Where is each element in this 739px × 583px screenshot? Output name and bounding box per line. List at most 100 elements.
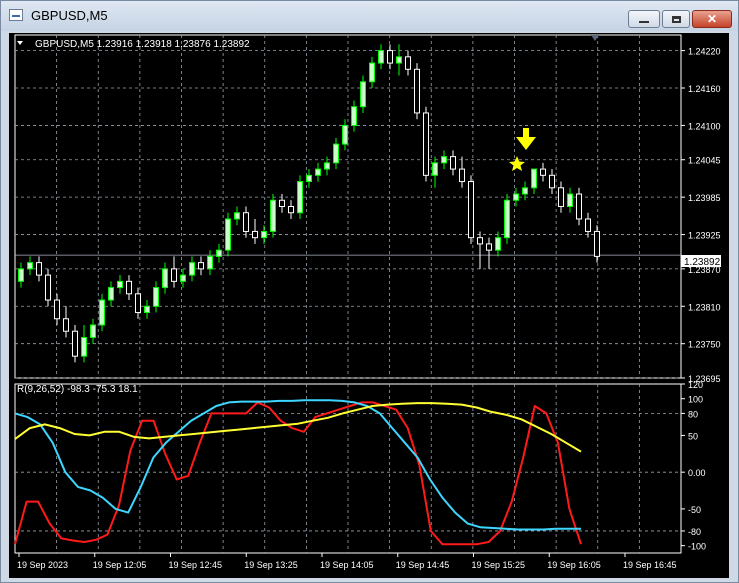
- candle-body: [387, 50, 393, 64]
- candle-body: [486, 243, 492, 251]
- maximize-button[interactable]: [662, 10, 690, 28]
- candle-body: [333, 143, 339, 164]
- candle-body: [441, 156, 447, 164]
- indicator-tick-label: 80: [688, 409, 698, 419]
- chart-canvas[interactable]: 1.24220 1.24160 1.24100 1.24045 1.23985 1.239…: [9, 33, 729, 578]
- candle-body: [207, 255, 213, 270]
- price-tick-label: 1.24045: [688, 156, 721, 166]
- candle-body: [585, 218, 591, 232]
- candle-body: [396, 56, 402, 64]
- candle-body: [162, 268, 168, 289]
- indicator-line-2: [14, 402, 582, 453]
- candle-body: [270, 199, 276, 232]
- time-tick-label: 19 Sep 12:45: [169, 560, 223, 570]
- candle-body: [531, 168, 537, 189]
- price-tick-label: 1.24100: [688, 121, 721, 131]
- candle-body: [459, 168, 465, 183]
- candle-body: [90, 324, 96, 338]
- candle-body: [558, 187, 564, 207]
- grid-layer: [14, 34, 682, 554]
- candle-body: [306, 174, 312, 183]
- star-icon: [509, 156, 525, 171]
- candle-body: [513, 193, 519, 201]
- indicator-tick-label: 120: [688, 380, 703, 390]
- candle-body: [540, 168, 546, 176]
- time-tick-label: 19 Sep 13:25: [244, 560, 298, 570]
- candle-body: [135, 293, 141, 314]
- candle-body: [27, 262, 33, 270]
- candles-layer: [18, 44, 600, 363]
- candle-body: [126, 280, 132, 295]
- candle-body: [522, 187, 528, 195]
- candle-body: [594, 230, 600, 257]
- window-title: GBPUSD,M5: [31, 8, 108, 23]
- candle-body: [324, 162, 330, 170]
- sell-arrow-head: [516, 137, 536, 150]
- candle-body: [225, 218, 231, 251]
- candle-body: [18, 268, 24, 282]
- candle-body: [432, 162, 438, 176]
- time-tick-label: 19 Sep 16:45: [623, 560, 677, 570]
- chart-window-icon: [9, 9, 23, 21]
- maximize-icon: [671, 15, 681, 23]
- candle-body: [378, 50, 384, 64]
- time-tick-label: 19 Sep 15:25: [472, 560, 526, 570]
- candle-body: [189, 262, 195, 276]
- sell-arrow-icon: [516, 128, 536, 150]
- time-tick-label: 19 Sep 12:05: [93, 560, 147, 570]
- time-tick-label: 19 Sep 14:45: [396, 560, 450, 570]
- time-tick-label: 19 Sep 2023: [17, 560, 68, 570]
- indicator-tick-label: 50: [688, 431, 698, 441]
- candle-body: [279, 199, 285, 208]
- candle-body: [153, 287, 159, 307]
- chart-area[interactable]: 1.24220 1.24160 1.24100 1.24045 1.23985 1.239…: [9, 33, 729, 578]
- candle-body: [180, 274, 186, 282]
- candle-body: [450, 156, 456, 170]
- candle-body: [72, 330, 78, 357]
- candle-body: [369, 62, 375, 83]
- sell-arrow-shaft: [523, 128, 529, 138]
- chart-info-text: GBPUSD,M5 1.23916 1.23918 1.23876 1.2389…: [35, 39, 250, 50]
- candle-body: [495, 237, 501, 251]
- chart-dropdown-icon[interactable]: [17, 41, 23, 45]
- title-bar[interactable]: GBPUSD,M5 ✕: [1, 1, 738, 31]
- candle-body: [36, 262, 42, 276]
- candle-body: [54, 299, 60, 320]
- candle-body: [360, 81, 366, 108]
- candle-body: [423, 112, 429, 176]
- candle-body: [99, 299, 105, 326]
- candle-body: [477, 237, 483, 245]
- candle-body: [261, 230, 267, 239]
- candle-body: [405, 56, 411, 70]
- indicator-tick-label: -100: [688, 542, 706, 552]
- candle-body: [243, 212, 249, 232]
- candle-body: [198, 262, 204, 270]
- candle-body: [567, 193, 573, 207]
- price-tick-label: 1.23925: [688, 231, 721, 241]
- close-button[interactable]: ✕: [692, 10, 732, 28]
- candle-body: [234, 212, 240, 220]
- candle-body: [288, 206, 294, 214]
- candle-body: [468, 181, 474, 239]
- minimize-icon: [639, 21, 649, 23]
- price-tick-label: 1.23750: [688, 340, 721, 350]
- candle-body: [171, 268, 177, 282]
- candle-body: [414, 68, 420, 114]
- candle-body: [342, 124, 348, 145]
- price-tick-label: 1.24160: [688, 84, 721, 94]
- minimize-button[interactable]: [628, 10, 660, 28]
- indicator-tick-label: 0.00: [688, 468, 706, 478]
- price-tick-label: 1.24220: [688, 47, 721, 57]
- candle-body: [252, 230, 258, 239]
- terminal-window: GBPUSD,M5 ✕ 1.24220 1.24160 1.24100 1.24045…: [0, 0, 739, 583]
- candle-body: [297, 181, 303, 214]
- candle-body: [144, 305, 150, 314]
- candle-body: [351, 106, 357, 126]
- candle-body: [63, 318, 69, 332]
- candle-body: [117, 280, 123, 289]
- indicator-tick-label: 100: [688, 395, 703, 405]
- indicator-tick-label: -50: [688, 505, 701, 515]
- candle-body: [315, 168, 321, 176]
- time-tick-label: 19 Sep 14:05: [320, 560, 374, 570]
- candle-body: [216, 249, 222, 257]
